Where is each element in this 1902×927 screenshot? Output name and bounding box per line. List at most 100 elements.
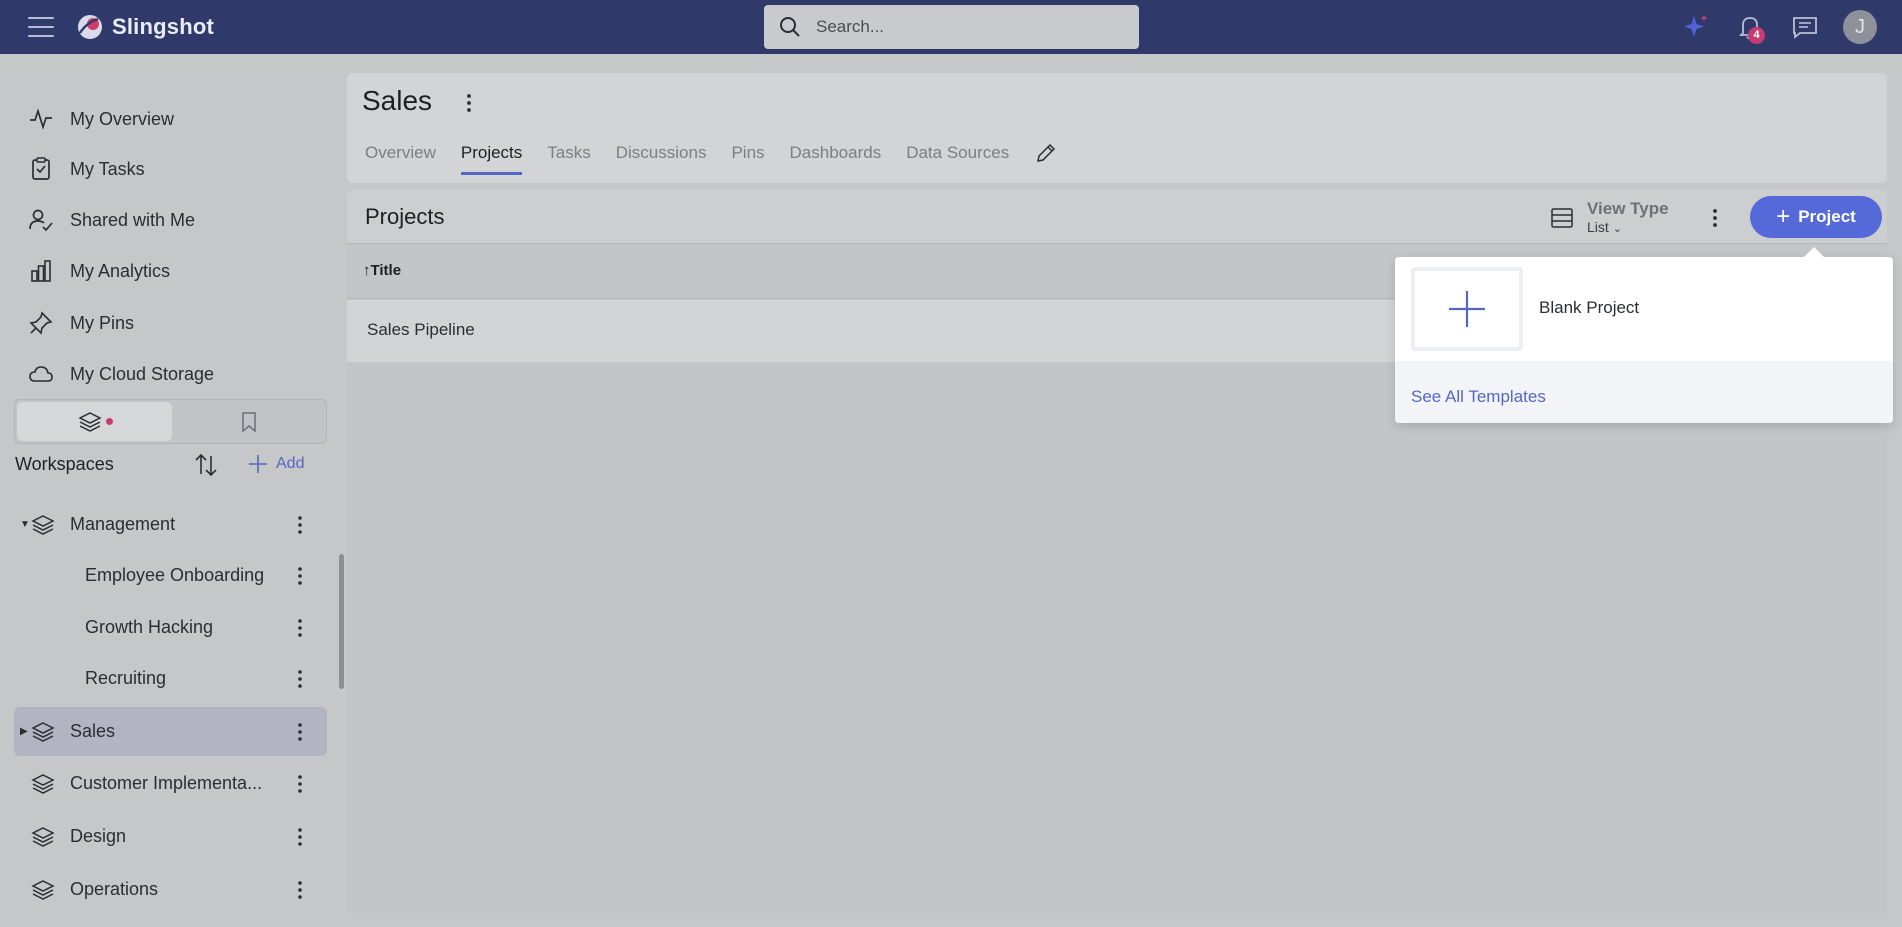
projects-panel-header: Projects View Type List ⌄ + Project	[347, 190, 1887, 244]
see-all-templates-link[interactable]: See All Templates	[1411, 387, 1546, 407]
search-icon	[780, 17, 800, 37]
bookmarks-toggle-button[interactable]	[171, 402, 326, 441]
add-workspace-button[interactable]: Add	[246, 452, 304, 476]
nav-label: My Analytics	[70, 260, 171, 281]
tab-tasks[interactable]: Tasks	[547, 143, 590, 175]
more-options-icon[interactable]	[290, 564, 310, 588]
view-type-label: View Type	[1587, 199, 1669, 218]
search-input[interactable]	[816, 17, 1116, 37]
sort-icon[interactable]	[193, 452, 219, 478]
nav-shared-with-me[interactable]: Shared with Me	[28, 200, 328, 240]
top-bar: Slingshot 4 J	[0, 0, 1902, 54]
tab-pins[interactable]: Pins	[731, 143, 764, 175]
column-title-label: Title	[370, 262, 402, 279]
workspace-name: Recruiting	[85, 668, 167, 688]
workspace-tabs: Overview Projects Tasks Discussions Pins…	[365, 143, 1058, 175]
plus-icon: +	[1776, 203, 1791, 230]
layers-icon	[77, 411, 102, 432]
ai-sparkle-icon[interactable]	[1681, 12, 1711, 42]
nav-label: My Tasks	[70, 158, 145, 179]
workspace-more-options-icon[interactable]	[459, 89, 479, 117]
more-options-icon[interactable]	[290, 667, 310, 691]
workspaces-header: Workspaces Add	[15, 444, 327, 484]
layers-icon	[31, 826, 55, 847]
page-title: Sales	[362, 85, 433, 116]
nav-label: My Pins	[70, 312, 135, 333]
sidebar: My Overview My Tasks Shared with Me My A…	[0, 54, 344, 927]
workspace-row-design[interactable]: Design	[14, 812, 327, 861]
nav-my-cloud-storage[interactable]: My Cloud Storage	[28, 354, 328, 394]
blank-project-option[interactable]: Blank Project	[1395, 257, 1893, 361]
hamburger-menu-icon[interactable]	[28, 17, 54, 37]
title-column-header[interactable]: ↑Title	[363, 262, 401, 279]
workspace-row-management[interactable]: ▼ Management	[14, 500, 327, 549]
more-options-icon[interactable]	[290, 878, 310, 902]
cloud-icon	[29, 366, 53, 382]
nav-my-overview[interactable]: My Overview	[28, 99, 328, 139]
dropdown-footer: See All Templates	[1395, 361, 1893, 423]
projects-title: Projects	[365, 204, 445, 229]
view-type-selector[interactable]: View Type List ⌄	[1549, 199, 1669, 235]
workspace-name: Design	[70, 826, 127, 846]
slingshot-logo-icon	[78, 15, 102, 39]
tab-overview[interactable]: Overview	[365, 143, 436, 175]
more-options-icon[interactable]	[290, 825, 310, 849]
user-check-icon	[29, 209, 53, 232]
nav-label: Shared with Me	[70, 209, 196, 230]
nav-label: My Overview	[70, 108, 175, 129]
project-title: Sales Pipeline	[367, 320, 475, 339]
chat-message-icon[interactable]	[1790, 12, 1820, 42]
workspace-header: Sales Overview Projects Tasks Discussion…	[347, 73, 1887, 183]
workspace-row-employee-onboarding[interactable]: Employee Onboarding	[14, 551, 327, 600]
search-box[interactable]	[764, 5, 1139, 49]
blank-project-tile	[1411, 267, 1523, 351]
tab-data-sources[interactable]: Data Sources	[906, 143, 1009, 175]
plus-icon	[249, 455, 267, 473]
pin-icon	[29, 311, 53, 335]
projects-more-options-icon[interactable]	[1705, 204, 1725, 232]
caret-down-icon[interactable]: ▼	[20, 519, 30, 530]
task-clipboard-icon	[32, 157, 50, 180]
more-options-icon[interactable]	[290, 720, 310, 744]
layers-icon	[31, 773, 55, 794]
workspace-row-operations[interactable]: Operations	[14, 865, 327, 914]
layers-icon	[31, 721, 55, 742]
workspace-name: Management	[70, 514, 176, 534]
tab-dashboards[interactable]: Dashboards	[790, 143, 882, 175]
activity-icon	[30, 108, 52, 130]
new-project-dropdown: Blank Project See All Templates	[1395, 247, 1893, 423]
view-type-value: List	[1587, 219, 1609, 235]
edit-tabs-pencil-icon[interactable]	[1034, 141, 1058, 165]
layers-icon	[31, 514, 55, 535]
more-options-icon[interactable]	[290, 616, 310, 640]
tab-projects[interactable]: Projects	[460, 143, 523, 175]
workspace-row-recruiting[interactable]: Recruiting	[14, 654, 327, 703]
workspace-name: Growth Hacking	[85, 617, 214, 637]
sort-ascending-icon: ↑	[363, 262, 371, 279]
more-options-icon[interactable]	[290, 513, 310, 537]
workspace-name: Employee Onboarding	[85, 565, 265, 585]
workspace-row-growth-hacking[interactable]: Growth Hacking	[14, 603, 327, 652]
sidebar-scrollbar[interactable]	[339, 554, 344, 689]
workspace-name: Customer Implementa...	[70, 773, 263, 793]
tab-discussions[interactable]: Discussions	[616, 143, 707, 175]
workspace-row-customer-implementation[interactable]: Customer Implementa...	[14, 759, 327, 808]
workspaces-toggle-button[interactable]	[17, 402, 172, 441]
nav-my-pins[interactable]: My Pins	[28, 303, 328, 343]
app-brand-name: Slingshot	[112, 14, 215, 39]
layers-icon	[31, 879, 55, 900]
blank-project-label: Blank Project	[1539, 298, 1640, 317]
list-view-icon	[1551, 208, 1573, 228]
new-project-button[interactable]: + Project	[1750, 196, 1882, 238]
add-workspace-label: Add	[276, 455, 305, 472]
notification-count-badge: 4	[1748, 27, 1765, 44]
workspace-name: Sales	[70, 721, 116, 741]
more-options-icon[interactable]	[290, 772, 310, 796]
nav-my-tasks[interactable]: My Tasks	[28, 149, 328, 189]
workspace-row-sales[interactable]: ▶ Sales	[14, 707, 327, 756]
nav-my-analytics[interactable]: My Analytics	[28, 251, 328, 291]
user-avatar[interactable]: J	[1843, 10, 1877, 44]
caret-right-icon[interactable]: ▶	[20, 726, 28, 737]
workspace-name: Operations	[70, 879, 159, 899]
app-logo[interactable]: Slingshot	[76, 13, 214, 41]
